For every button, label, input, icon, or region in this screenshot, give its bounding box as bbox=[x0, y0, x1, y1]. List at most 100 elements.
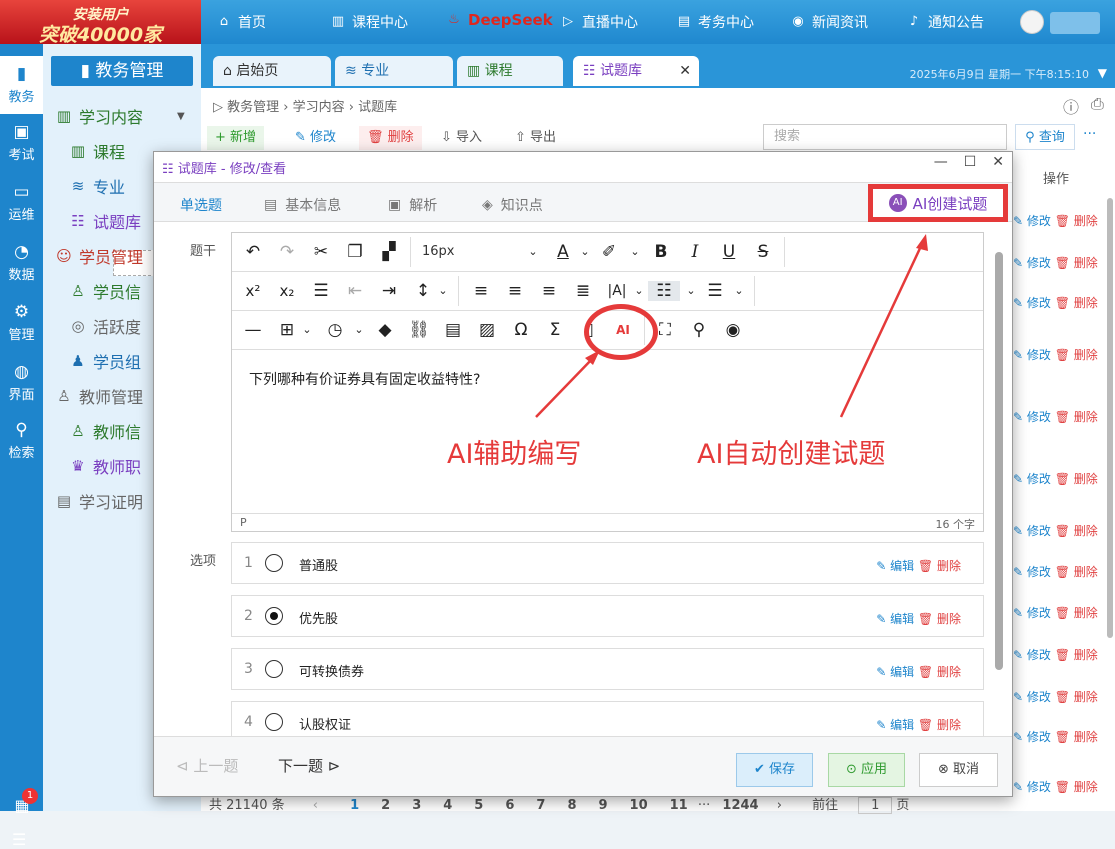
tab-major[interactable]: ≋ 专业 bbox=[335, 56, 453, 86]
row-edit-link[interactable]: 修改 bbox=[1027, 410, 1051, 424]
maximize-icon[interactable]: ☐ bbox=[964, 154, 977, 170]
letter-spacing-icon[interactable]: |A| bbox=[606, 281, 628, 301]
tab-analysis[interactable]: ▣ 解析 bbox=[388, 195, 437, 215]
sidebar-item-learning[interactable]: ▥ 学习内容 ▼ bbox=[55, 104, 185, 128]
superscript-icon[interactable]: x² bbox=[242, 281, 264, 301]
row-delete-link[interactable]: 删除 bbox=[1074, 296, 1098, 310]
option-edit-link[interactable]: 编辑 bbox=[890, 718, 914, 732]
rail-item-search[interactable]: ⚲ 检索 bbox=[0, 412, 43, 470]
row-delete-link[interactable]: 删除 bbox=[1074, 256, 1098, 270]
undo-icon[interactable]: ↶ bbox=[242, 242, 264, 262]
row-delete-link[interactable]: 删除 bbox=[1074, 410, 1098, 424]
table-icon[interactable]: ⊞ bbox=[276, 320, 298, 340]
chevron-down-icon[interactable]: ⌄ bbox=[522, 242, 544, 262]
font-color-icon[interactable]: A bbox=[552, 242, 574, 262]
stem-text[interactable]: 下列哪种有价证券具有固定收益特性? bbox=[249, 369, 480, 389]
import-button[interactable]: ⇩ 导入 bbox=[433, 126, 490, 150]
option-radio[interactable] bbox=[265, 713, 283, 731]
sidebar-item-certificate[interactable]: ▤ 学习证明 bbox=[55, 489, 143, 513]
option-edit-link[interactable]: 编辑 bbox=[890, 612, 914, 626]
option-delete-link[interactable]: 删除 bbox=[937, 718, 961, 732]
sidebar-item-question-bank[interactable]: ☷ 试题库 bbox=[69, 209, 141, 233]
row-edit-link[interactable]: 修改 bbox=[1027, 648, 1051, 662]
chevron-down-icon[interactable]: ⌄ bbox=[296, 320, 318, 340]
copy-icon[interactable]: ❐ bbox=[344, 242, 366, 262]
row-delete-link[interactable]: 删除 bbox=[1074, 214, 1098, 228]
sidebar-item-course[interactable]: ▥ 课程 bbox=[69, 139, 125, 163]
nav-live[interactable]: ▷ 直播中心 bbox=[560, 12, 638, 32]
highlight-icon[interactable]: ✐ bbox=[598, 242, 620, 262]
more-icon[interactable]: ··· bbox=[1083, 126, 1096, 142]
rail-item-data[interactable]: ◔ 数据 bbox=[0, 234, 43, 292]
row-delete-link[interactable]: 删除 bbox=[1074, 524, 1098, 538]
menu-icon[interactable]: ☰ bbox=[12, 830, 26, 849]
close-icon[interactable]: ✕ bbox=[992, 154, 1004, 170]
row-edit-link[interactable]: 修改 bbox=[1027, 348, 1051, 362]
add-button[interactable]: + 新增 bbox=[207, 126, 265, 150]
option-delete-link[interactable]: 删除 bbox=[937, 559, 961, 573]
rail-item-ops[interactable]: ▭ 运维 bbox=[0, 174, 43, 232]
horizontal-rule-icon[interactable]: — bbox=[242, 320, 264, 340]
sidebar-item-teacher-info[interactable]: ♙ 教师信 bbox=[69, 419, 141, 443]
export-button[interactable]: ⇧ 导出 bbox=[507, 126, 564, 150]
tab-basic-info[interactable]: ▤ 基本信息 bbox=[264, 195, 341, 215]
chevron-down-icon[interactable]: ⌄ bbox=[728, 281, 750, 301]
row-edit-link[interactable]: 修改 bbox=[1027, 296, 1051, 310]
italic-icon[interactable]: I bbox=[684, 242, 706, 262]
row-edit-link[interactable]: 修改 bbox=[1027, 524, 1051, 538]
tab-knowledge[interactable]: ◈ 知识点 bbox=[482, 195, 543, 215]
next-question-button[interactable]: 下一题 ⊳ bbox=[278, 755, 340, 776]
rail-item-academic[interactable]: ▮ 教务 bbox=[0, 56, 43, 114]
sidebar-item-student-mgmt[interactable]: ☺ 学员管理 bbox=[55, 244, 143, 268]
ai-create-question-button[interactable]: AI AI创建试题 bbox=[868, 184, 1008, 222]
save-button[interactable]: ✔ 保存 bbox=[736, 753, 813, 787]
nav-notice[interactable]: ♪ 通知公告 bbox=[906, 12, 984, 32]
edit-button[interactable]: ✎ 修改 bbox=[287, 126, 344, 150]
subscript-icon[interactable]: x₂ bbox=[276, 281, 298, 301]
rail-item-ui[interactable]: ◍ 界面 bbox=[0, 354, 43, 412]
tab-start[interactable]: ⌂ 启始页 bbox=[213, 56, 331, 86]
document-icon[interactable]: ▤ bbox=[442, 320, 464, 340]
numbered-list-icon[interactable]: ☰ bbox=[704, 281, 726, 301]
chevron-down-icon[interactable]: ⌄ bbox=[348, 320, 370, 340]
strikethrough-icon[interactable]: S bbox=[752, 242, 774, 262]
row-edit-link[interactable]: 修改 bbox=[1027, 214, 1051, 228]
sigma-icon[interactable]: Σ bbox=[544, 320, 566, 340]
option-radio[interactable] bbox=[265, 554, 283, 572]
tab-single-choice[interactable]: 单选题 bbox=[180, 195, 222, 215]
apply-button[interactable]: ⊙ 应用 bbox=[828, 753, 905, 787]
bold-icon[interactable]: B bbox=[650, 242, 672, 262]
row-delete-link[interactable]: 删除 bbox=[1074, 472, 1098, 486]
option-delete-link[interactable]: 删除 bbox=[937, 612, 961, 626]
row-delete-link[interactable]: 删除 bbox=[1074, 348, 1098, 362]
cut-icon[interactable]: ✂ bbox=[310, 242, 332, 262]
row-delete-link[interactable]: 删除 bbox=[1074, 648, 1098, 662]
omega-icon[interactable]: Ω bbox=[510, 320, 532, 340]
option-text[interactable]: 普通股 bbox=[299, 555, 338, 574]
delete-button[interactable]: 🗑 删除 bbox=[359, 126, 422, 150]
format-painter-icon[interactable]: ▞ bbox=[378, 242, 400, 262]
scrollbar[interactable] bbox=[1107, 198, 1113, 638]
bullet-list-icon[interactable]: ☷ bbox=[648, 281, 680, 301]
sidebar-item-teacher-title[interactable]: ♛ 教师职 bbox=[69, 454, 141, 478]
row-edit-link[interactable]: 修改 bbox=[1027, 256, 1051, 270]
row-delete-link[interactable]: 删除 bbox=[1074, 690, 1098, 704]
print-icon[interactable]: ⎙ bbox=[1091, 94, 1104, 114]
preview-eye-icon[interactable]: ◉ bbox=[722, 320, 744, 340]
link-icon[interactable]: ⛓ bbox=[408, 320, 430, 340]
image-icon[interactable]: ▨ bbox=[476, 320, 498, 340]
justify-icon[interactable]: ≣ bbox=[572, 281, 594, 301]
align-left-icon[interactable]: ≡ bbox=[470, 281, 492, 301]
sidebar-header[interactable]: ▮ 教务管理 bbox=[51, 56, 193, 86]
chevron-down-icon[interactable]: ⌄ bbox=[628, 281, 650, 301]
chevron-down-icon[interactable]: ▼ bbox=[1098, 66, 1107, 80]
option-text[interactable]: 优先股 bbox=[299, 608, 338, 627]
underline-icon[interactable]: U bbox=[718, 242, 740, 262]
align-text-icon[interactable]: ☰ bbox=[310, 281, 332, 301]
option-text[interactable]: 认股权证 bbox=[299, 714, 351, 733]
option-delete-link[interactable]: 删除 bbox=[937, 665, 961, 679]
align-center-icon[interactable]: ≡ bbox=[504, 281, 526, 301]
option-radio[interactable] bbox=[265, 660, 283, 678]
row-delete-link[interactable]: 删除 bbox=[1074, 606, 1098, 620]
redo-icon[interactable]: ↷ bbox=[276, 242, 298, 262]
